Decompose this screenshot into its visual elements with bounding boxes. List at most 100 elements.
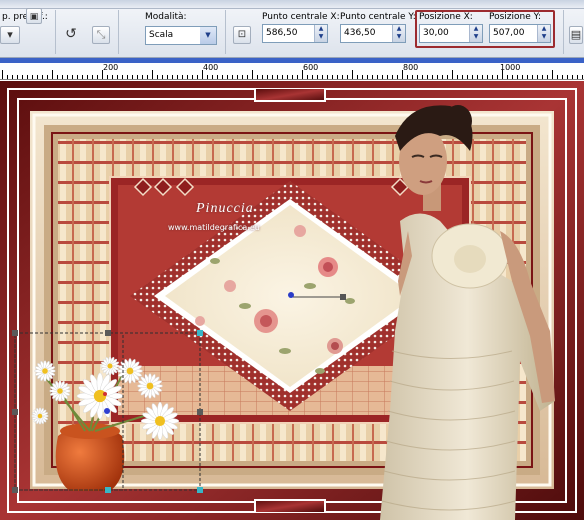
- mode-select[interactable]: Scala ▼: [145, 26, 217, 45]
- ruler-tick: [532, 75, 533, 79]
- ruler-bar: [0, 58, 584, 63]
- ruler-tick: [72, 75, 73, 79]
- ruler-tick: [47, 75, 48, 79]
- ruler-tick: [127, 75, 128, 79]
- ruler-tick: [572, 75, 573, 79]
- ruler-tick: [157, 75, 158, 79]
- ruler-tick: [277, 75, 278, 79]
- mode-label: Modalità:: [145, 12, 187, 22]
- ruler-tick: [302, 70, 303, 79]
- ruler-tick: [362, 75, 363, 79]
- deform-icon[interactable]: ⤡: [92, 26, 110, 44]
- ruler-tick: [477, 75, 478, 79]
- ruler-tick: [147, 75, 148, 79]
- ruler-tick: [507, 75, 508, 79]
- image-canvas[interactable]: Pinuccia www.matildegrafica.eu: [0, 81, 584, 520]
- ruler-tick: [482, 75, 483, 79]
- ruler-tick: [207, 75, 208, 79]
- center-x-spinner[interactable]: 586,50 ▲ ▼: [262, 24, 328, 43]
- ruler-tick: [537, 75, 538, 79]
- ruler-tick: [237, 75, 238, 79]
- toolbar-separator: [563, 10, 564, 54]
- ruler-tick: [422, 75, 423, 79]
- ruler-tick: [242, 75, 243, 79]
- ruler-tick: [212, 75, 213, 79]
- ruler-tick: [167, 75, 168, 79]
- ruler-tick: [307, 75, 308, 79]
- toolbar-top-strip: [0, 0, 584, 9]
- center-x-value: 586,50: [266, 28, 298, 38]
- ruler-tick: [177, 75, 178, 79]
- ruler-tick: [192, 75, 193, 79]
- ruler-tick: [502, 70, 503, 79]
- ruler-tick: [357, 75, 358, 79]
- ruler-tick: [337, 75, 338, 79]
- reset-icon[interactable]: ↺: [62, 26, 80, 44]
- ruler-label: 400: [203, 63, 219, 72]
- ruler-tick: [62, 75, 63, 79]
- center-y-label: Punto centrale Y:: [340, 12, 416, 22]
- center-y-value: 436,50: [344, 28, 376, 38]
- ruler-tick: [562, 75, 563, 79]
- ruler-tick: [122, 75, 123, 79]
- ruler-tick: [132, 75, 133, 79]
- ruler-tick: [512, 75, 513, 79]
- ruler-tick: [37, 75, 38, 79]
- ruler-tick: [7, 75, 8, 79]
- ruler-tick: [312, 75, 313, 79]
- ruler-label: 1000: [500, 63, 521, 72]
- daisy: [140, 401, 180, 441]
- ruler-tick: [577, 75, 578, 79]
- ruler-tick: [527, 75, 528, 79]
- ruler-tick: [77, 75, 78, 79]
- canvas-artwork: [0, 81, 584, 520]
- ruler-tick: [87, 75, 88, 79]
- ruler-tick: [27, 75, 28, 79]
- ruler-tick: [102, 70, 103, 79]
- daisy: [137, 373, 163, 399]
- more-options-icon[interactable]: ▤: [569, 26, 583, 44]
- ruler-tick: [32, 75, 33, 79]
- chevron-down-icon: ▼: [200, 27, 216, 44]
- ruler-tick: [82, 75, 83, 79]
- ruler-tick: [197, 75, 198, 79]
- ruler-tick: [287, 75, 288, 79]
- ruler-tick: [582, 75, 583, 79]
- ruler-tick: [52, 70, 53, 79]
- ruler-tick: [292, 75, 293, 79]
- ruler-tick: [162, 75, 163, 79]
- spinner-arrows-icon[interactable]: ▲ ▼: [314, 25, 327, 42]
- ruler-tick: [412, 75, 413, 79]
- daisy: [49, 380, 71, 402]
- ruler-tick: [227, 75, 228, 79]
- daisy: [76, 372, 124, 420]
- ruler-tick: [152, 70, 153, 79]
- ruler-tick: [442, 75, 443, 79]
- ruler-tick: [97, 75, 98, 79]
- center-point-icon[interactable]: ⊡: [233, 26, 251, 44]
- ruler-tick: [522, 75, 523, 79]
- ruler-tick: [67, 75, 68, 79]
- ruler-tick: [222, 75, 223, 79]
- ruler-tick: [467, 75, 468, 79]
- ruler-tick: [472, 75, 473, 79]
- ruler-tick: [187, 75, 188, 79]
- horizontal-ruler: 200 400 600 800 1000: [0, 58, 584, 80]
- ruler-tick: [392, 75, 393, 79]
- ruler-tick: [297, 75, 298, 79]
- ruler-tick: [387, 75, 388, 79]
- spinner-arrows-icon[interactable]: ▲ ▼: [392, 25, 405, 42]
- preset-dropdown[interactable]: ▾: [0, 26, 20, 44]
- center-y-spinner[interactable]: 436,50 ▲ ▼: [340, 24, 406, 43]
- ruler-tick: [232, 75, 233, 79]
- save-preset-icon[interactable]: ▣: [26, 8, 42, 24]
- ruler-label: 800: [403, 63, 419, 72]
- ruler-tick: [107, 75, 108, 79]
- ruler-tick: [182, 75, 183, 79]
- ruler-tick: [417, 75, 418, 79]
- ruler-tick: [137, 75, 138, 79]
- daisy: [34, 360, 56, 382]
- ruler-tick: [247, 75, 248, 79]
- ruler-tick: [112, 75, 113, 79]
- ruler-tick: [2, 70, 3, 79]
